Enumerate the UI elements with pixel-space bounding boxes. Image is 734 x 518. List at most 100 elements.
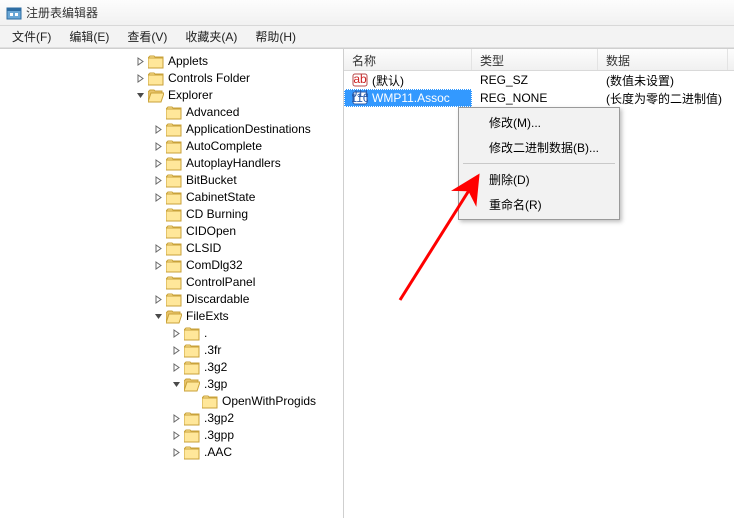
folder-icon bbox=[184, 446, 200, 460]
tree-node-label: ApplicationDestinations bbox=[186, 121, 311, 138]
list-rows: ab(默认)REG_SZ(数值未设置)011110WMP11.AssocREG_… bbox=[344, 71, 734, 107]
list-header: 名称类型数据 bbox=[344, 49, 734, 71]
folder-icon bbox=[166, 123, 182, 137]
collapse-icon[interactable] bbox=[152, 311, 164, 323]
tree-node[interactable]: ComDlg32 bbox=[2, 257, 343, 274]
tree-node-label: CD Burning bbox=[186, 206, 248, 223]
folder-icon bbox=[166, 157, 182, 171]
tree-node-label: .3fr bbox=[204, 342, 221, 359]
folder-icon bbox=[148, 89, 164, 103]
value-name-cell: ab(默认) bbox=[344, 72, 472, 89]
folder-icon bbox=[166, 208, 182, 222]
tree-node[interactable]: Controls Folder bbox=[2, 70, 343, 87]
expand-icon[interactable] bbox=[170, 413, 182, 425]
column-header-type[interactable]: 类型 bbox=[472, 49, 598, 70]
expand-icon[interactable] bbox=[152, 158, 164, 170]
folder-icon bbox=[166, 242, 182, 256]
menu-file[interactable]: 文件(F) bbox=[4, 26, 59, 47]
tree-node[interactable]: .AAC bbox=[2, 444, 343, 461]
value-name: WMP11.Assoc bbox=[372, 91, 450, 105]
menu-view[interactable]: 查看(V) bbox=[119, 26, 175, 47]
menu-separator bbox=[463, 163, 615, 164]
tree-node[interactable]: OpenWithProgids bbox=[2, 393, 343, 410]
tree-node[interactable]: Applets bbox=[2, 53, 343, 70]
tree-node[interactable]: CIDOpen bbox=[2, 223, 343, 240]
expand-icon[interactable] bbox=[134, 56, 146, 68]
expand-icon[interactable] bbox=[152, 243, 164, 255]
title-bar: 注册表编辑器 bbox=[0, 0, 734, 26]
folder-icon bbox=[184, 412, 200, 426]
binary-value-icon: 011110 bbox=[352, 90, 368, 106]
value-data: (数值未设置) bbox=[598, 72, 728, 89]
tree-node[interactable]: CLSID bbox=[2, 240, 343, 257]
menu-favorites[interactable]: 收藏夹(A) bbox=[177, 26, 245, 47]
tree-node[interactable]: FileExts bbox=[2, 308, 343, 325]
folder-icon bbox=[184, 429, 200, 443]
tree-node[interactable]: Advanced bbox=[2, 104, 343, 121]
list-row[interactable]: ab(默认)REG_SZ(数值未设置) bbox=[344, 71, 734, 89]
expand-icon[interactable] bbox=[152, 294, 164, 306]
context-menu-item[interactable]: 修改(M)... bbox=[461, 110, 617, 135]
tree-node-label: OpenWithProgids bbox=[222, 393, 316, 410]
tree-node[interactable]: .3fr bbox=[2, 342, 343, 359]
expand-icon[interactable] bbox=[152, 124, 164, 136]
tree-node[interactable]: Discardable bbox=[2, 291, 343, 308]
collapse-icon[interactable] bbox=[134, 90, 146, 102]
expand-icon[interactable] bbox=[170, 430, 182, 442]
context-menu-item[interactable]: 删除(D) bbox=[461, 167, 617, 192]
expand-icon[interactable] bbox=[152, 175, 164, 187]
tree-node[interactable]: Explorer bbox=[2, 87, 343, 104]
tree-node[interactable]: AutoplayHandlers bbox=[2, 155, 343, 172]
collapse-icon[interactable] bbox=[170, 379, 182, 391]
folder-icon bbox=[166, 140, 182, 154]
tree-node[interactable]: ControlPanel bbox=[2, 274, 343, 291]
expand-icon[interactable] bbox=[152, 192, 164, 204]
folder-icon bbox=[148, 55, 164, 69]
tree-node-label: .3gpp bbox=[204, 427, 234, 444]
folder-icon bbox=[148, 72, 164, 86]
value-type: REG_SZ bbox=[472, 73, 598, 87]
column-header-name[interactable]: 名称 bbox=[344, 49, 472, 70]
tree-node[interactable]: AutoComplete bbox=[2, 138, 343, 155]
context-menu-item[interactable]: 修改二进制数据(B)... bbox=[461, 135, 617, 160]
expand-icon[interactable] bbox=[152, 141, 164, 153]
tree-node-label: CabinetState bbox=[186, 189, 255, 206]
svg-text:ab: ab bbox=[353, 72, 367, 86]
tree-node[interactable]: .3g2 bbox=[2, 359, 343, 376]
value-type: REG_NONE bbox=[472, 91, 598, 105]
tree-node[interactable]: .3gpp bbox=[2, 427, 343, 444]
tree-node-label: ComDlg32 bbox=[186, 257, 243, 274]
folder-icon bbox=[166, 293, 182, 307]
expand-icon[interactable] bbox=[134, 73, 146, 85]
context-menu-item[interactable]: 重命名(R) bbox=[461, 192, 617, 217]
column-header-data[interactable]: 数据 bbox=[598, 49, 728, 70]
tree-node-label: Discardable bbox=[186, 291, 249, 308]
expand-icon[interactable] bbox=[170, 447, 182, 459]
list-row[interactable]: 011110WMP11.AssocREG_NONE(长度为零的二进制值) bbox=[344, 89, 734, 107]
tree-node[interactable]: .3gp2 bbox=[2, 410, 343, 427]
tree-node-label: CIDOpen bbox=[186, 223, 236, 240]
tree-pane[interactable]: AppletsControls FolderExplorer AdvancedA… bbox=[0, 49, 344, 518]
expand-icon[interactable] bbox=[170, 362, 182, 374]
tree-node[interactable]: CD Burning bbox=[2, 206, 343, 223]
expand-icon[interactable] bbox=[170, 328, 182, 340]
tree-node-label: Explorer bbox=[168, 87, 213, 104]
menu-help[interactable]: 帮助(H) bbox=[247, 26, 304, 47]
tree-node-label: .AAC bbox=[204, 444, 232, 461]
expand-icon[interactable] bbox=[170, 345, 182, 357]
folder-icon bbox=[166, 191, 182, 205]
folder-icon bbox=[184, 378, 200, 392]
tree-node[interactable]: BitBucket bbox=[2, 172, 343, 189]
tree-node[interactable]: CabinetState bbox=[2, 189, 343, 206]
tree-node-label: BitBucket bbox=[186, 172, 237, 189]
expand-icon[interactable] bbox=[152, 260, 164, 272]
tree-node-label: . bbox=[204, 325, 207, 342]
folder-icon bbox=[166, 106, 182, 120]
menu-edit[interactable]: 编辑(E) bbox=[61, 26, 117, 47]
app-icon bbox=[6, 5, 22, 21]
list-pane[interactable]: 名称类型数据 ab(默认)REG_SZ(数值未设置)011110WMP11.As… bbox=[344, 49, 734, 518]
tree-node[interactable]: . bbox=[2, 325, 343, 342]
tree-node[interactable]: .3gp bbox=[2, 376, 343, 393]
svg-text:110: 110 bbox=[352, 91, 368, 105]
tree-node[interactable]: ApplicationDestinations bbox=[2, 121, 343, 138]
